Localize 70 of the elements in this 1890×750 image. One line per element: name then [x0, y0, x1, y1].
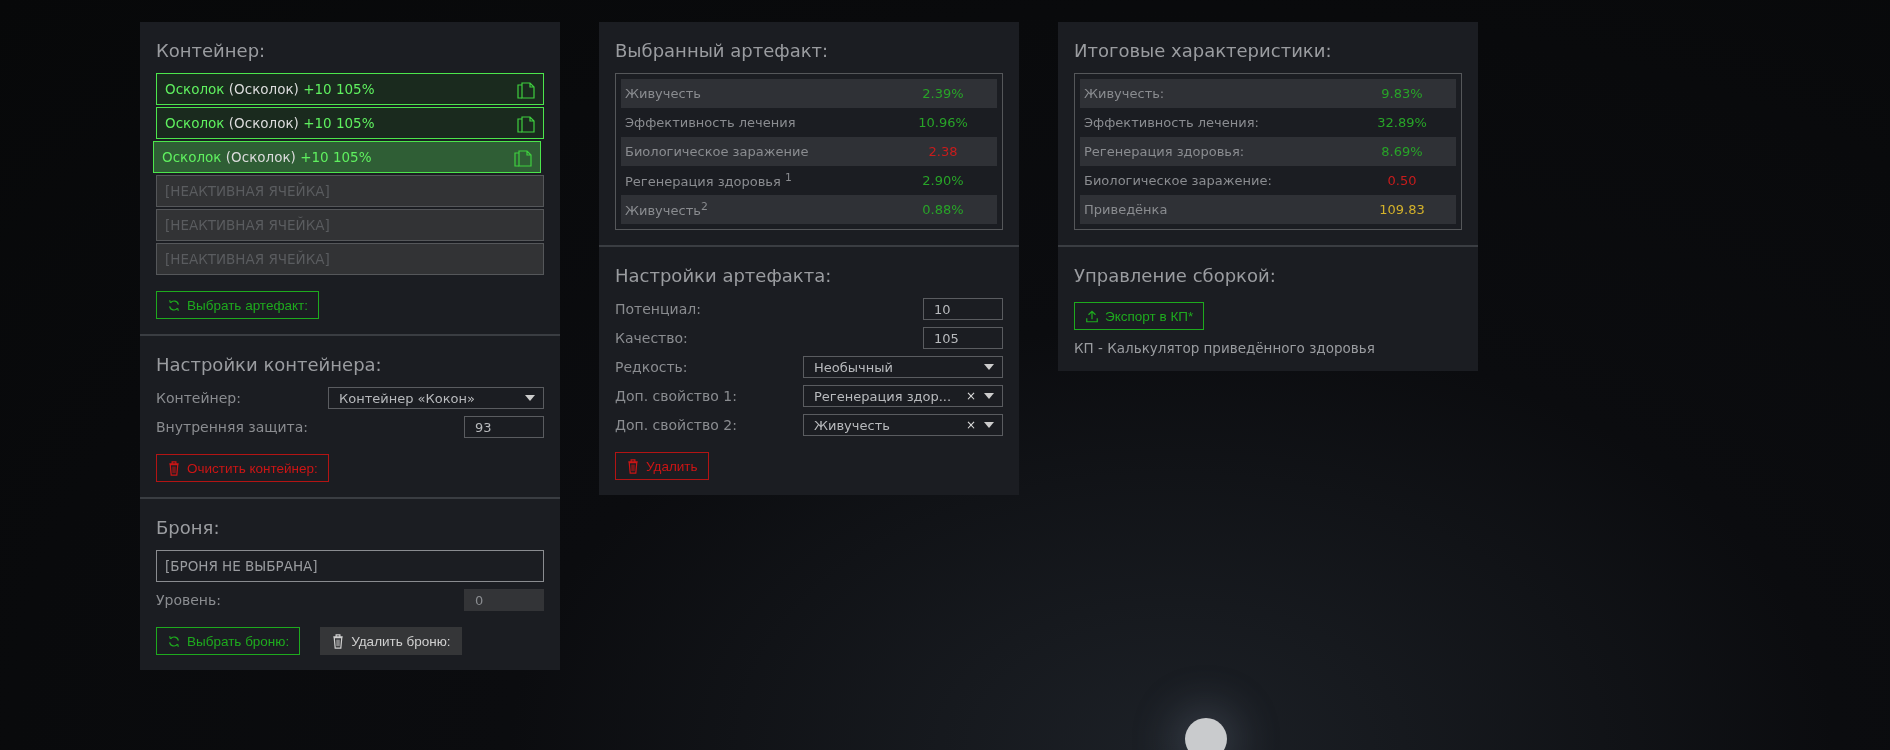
- clear-icon[interactable]: ×: [965, 389, 976, 403]
- copy-icon[interactable]: [517, 113, 535, 133]
- stat-value: 109.83: [1378, 202, 1426, 217]
- stat-name: Биологическое заражение:: [1084, 173, 1273, 188]
- input-field[interactable]: 105: [923, 327, 1003, 349]
- field-label: Уровень:: [156, 592, 221, 608]
- stat-name: Эффективность лечения:: [1084, 115, 1260, 130]
- field-label: Внутренняя защита:: [156, 419, 309, 435]
- artifact-slot[interactable]: Осколок (Осколок) +10 105%: [156, 107, 544, 139]
- dropdown-field[interactable]: Контейнер «Кокон»: [328, 387, 544, 409]
- copy-icon[interactable]: [517, 79, 535, 99]
- dropdown-field[interactable]: Регенерация здор... ×: [803, 385, 1003, 407]
- caret-icon: [984, 422, 994, 428]
- armor-button[interactable]: Удалить броню:: [320, 627, 462, 655]
- stat-value: 2.39%: [921, 86, 965, 101]
- section-title: Контейнер:: [156, 40, 267, 61]
- input-field[interactable]: 93: [464, 416, 544, 438]
- trash-icon: [167, 460, 181, 476]
- stat-value: 2.38: [927, 144, 959, 159]
- artifact-slot[interactable]: Осколок (Осколок) +10 105%: [153, 141, 541, 173]
- caret-icon: [984, 364, 994, 370]
- stat-name: Живучесть: [625, 86, 702, 101]
- section-title: Управление сборкой:: [1074, 265, 1277, 286]
- stat-name: Живучесть:: [1084, 86, 1166, 101]
- field-label: Доп. свойство 1:: [615, 388, 737, 404]
- stat-name: Приведёнка: [1084, 202, 1169, 217]
- stat-name: Регенерация здоровья:: [1084, 144, 1246, 159]
- armor-slot[interactable]: [БРОНЯ НЕ ВЫБРАНА]: [156, 550, 544, 582]
- stat-name: Регенерация здоровья $^{1}$: [625, 171, 793, 190]
- moon-icon: [1185, 718, 1227, 750]
- artifact-name: Осколок (Осколок) +10 105%: [165, 81, 375, 97]
- dropdown-field[interactable]: Живучесть ×: [803, 414, 1003, 436]
- input-field[interactable]: 10: [923, 298, 1003, 320]
- section-title: Настройки контейнера:: [156, 354, 383, 375]
- armor-button[interactable]: Выбрать броню:: [156, 627, 301, 655]
- field-label: Редкость:: [615, 359, 688, 375]
- field-label: Контейнер:: [156, 390, 241, 406]
- export-button[interactable]: Экспорт в КП*: [1074, 302, 1205, 330]
- stat-name: Биологическое заражение: [625, 144, 810, 159]
- section-title: Настройки артефакта:: [615, 265, 833, 286]
- footnote-text: КП - Калькулятор приведённого здоровья: [1074, 340, 1376, 356]
- refresh-icon: [167, 633, 181, 649]
- clear-icon[interactable]: ×: [965, 418, 976, 432]
- stat-value: 0.88%: [921, 202, 965, 217]
- copy-icon[interactable]: [514, 147, 532, 167]
- upload-icon: [1085, 308, 1099, 324]
- caret-icon: [525, 395, 535, 401]
- stat-value: 2.90%: [921, 173, 965, 188]
- field-label: Качество:: [615, 330, 688, 346]
- artifact-name: Осколок (Осколок) +10 105%: [162, 149, 372, 165]
- caret-icon: [984, 393, 994, 399]
- field-label: Доп. свойство 2:: [615, 417, 737, 433]
- stat-name: Эффективность лечения: [625, 115, 797, 130]
- artifact-name: Осколок (Осколок) +10 105%: [165, 115, 375, 131]
- section-title: Броня:: [156, 517, 221, 538]
- stat-value: 10.96%: [917, 115, 969, 130]
- field-label: Потенциал:: [615, 301, 701, 317]
- trash-icon: [331, 633, 346, 649]
- stat-value: 9.83%: [1380, 86, 1424, 101]
- artifact-slot[interactable]: Осколок (Осколок) +10 105%: [156, 73, 544, 105]
- section-title: Выбранный артефакт:: [615, 40, 830, 61]
- trash-icon: [626, 458, 640, 474]
- refresh-icon: [167, 297, 181, 313]
- choose-artifact-button[interactable]: Выбрать артефакт:: [156, 291, 319, 319]
- stat-value: 8.69%: [1380, 144, 1424, 159]
- dropdown-field[interactable]: Необычный: [803, 356, 1003, 378]
- stat-value: 0.50: [1386, 173, 1418, 188]
- stat-value: 32.89%: [1376, 115, 1428, 130]
- section-title: Итоговые характеристики:: [1074, 40, 1333, 61]
- stat-name: Живучесть$^{2}$: [625, 200, 709, 219]
